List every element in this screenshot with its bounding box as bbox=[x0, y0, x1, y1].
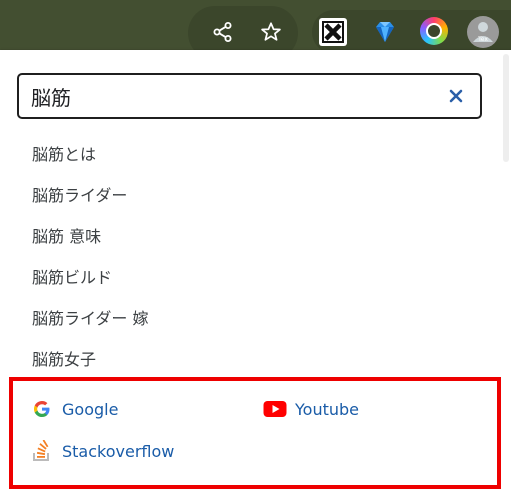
suggestion-list: 脳筋とは 脳筋ライダー 脳筋 意味 脳筋ビルド 脳筋ライダー 嫁 脳筋女子 bbox=[0, 134, 500, 380]
diamond-extension-icon[interactable] bbox=[370, 17, 400, 47]
ring-extension-icon[interactable] bbox=[420, 17, 448, 45]
quick-links-panel: Google Youtube Stackoverflow bbox=[9, 377, 501, 489]
search-input[interactable] bbox=[29, 81, 431, 111]
x-extension-icon[interactable] bbox=[319, 18, 347, 46]
quick-link-google[interactable]: Google bbox=[30, 397, 118, 421]
quick-link-stackoverflow[interactable]: Stackoverflow bbox=[30, 439, 174, 463]
suggestion-item[interactable]: 脳筋ビルド bbox=[0, 257, 500, 298]
youtube-icon bbox=[263, 397, 287, 421]
profile-avatar[interactable]: Tex bbox=[467, 16, 499, 48]
google-icon bbox=[30, 397, 54, 421]
quick-link-label: Google bbox=[62, 399, 119, 419]
search-box bbox=[17, 73, 482, 119]
suggestion-item[interactable]: 脳筋 意味 bbox=[0, 216, 500, 257]
scrollbar[interactable] bbox=[503, 54, 509, 162]
star-icon[interactable] bbox=[258, 19, 284, 45]
suggestion-item[interactable]: 脳筋ライダー bbox=[0, 175, 500, 216]
quick-link-youtube[interactable]: Youtube bbox=[263, 397, 359, 421]
suggestion-item[interactable]: 脳筋ライダー 嫁 bbox=[0, 298, 500, 339]
suggestion-item[interactable]: 脳筋女子 bbox=[0, 339, 500, 380]
share-icon[interactable] bbox=[210, 19, 236, 45]
suggestion-item[interactable]: 脳筋とは bbox=[0, 134, 500, 175]
quick-link-label: Stackoverflow bbox=[62, 441, 175, 461]
close-icon[interactable] bbox=[446, 86, 466, 106]
stackoverflow-icon bbox=[30, 439, 54, 463]
avatar-label: Tex bbox=[478, 36, 488, 43]
quick-link-label: Youtube bbox=[295, 399, 359, 419]
search-popup: 脳筋とは 脳筋ライダー 脳筋 意味 脳筋ビルド 脳筋ライダー 嫁 脳筋女子 Go… bbox=[0, 50, 511, 493]
